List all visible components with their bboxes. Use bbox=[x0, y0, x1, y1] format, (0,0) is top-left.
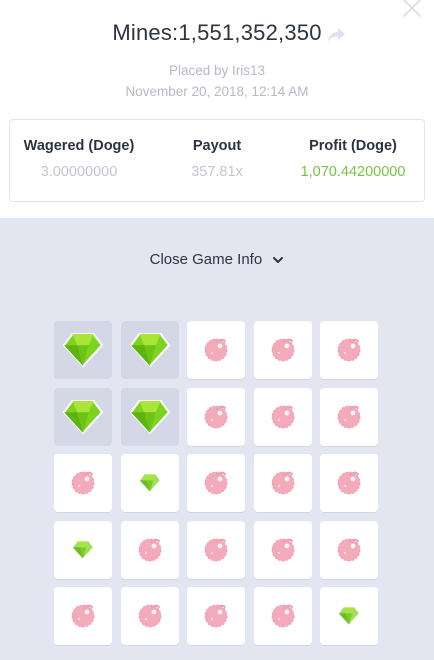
toggle-label: Close Game Info bbox=[149, 251, 263, 268]
chevron-down-icon bbox=[273, 257, 284, 264]
mine-icon bbox=[337, 338, 361, 362]
gem-tile[interactable] bbox=[120, 454, 179, 512]
gem-icon bbox=[62, 399, 104, 434]
game-info-header: Mines:1,551,352,350 Placed by Iris13 Nov… bbox=[0, 0, 434, 218]
mine-tile[interactable] bbox=[187, 387, 245, 446]
mine-tile[interactable] bbox=[120, 587, 179, 645]
bet-date: November 20, 2018, 12:14 AM bbox=[125, 84, 309, 99]
mine-icon bbox=[138, 604, 161, 628]
gem-icon bbox=[129, 399, 170, 434]
gem-icon bbox=[337, 606, 361, 626]
gem-tile[interactable] bbox=[54, 520, 112, 579]
share-icon[interactable] bbox=[326, 26, 346, 44]
mine-icon bbox=[71, 471, 95, 495]
gem-tile-picked[interactable] bbox=[54, 387, 112, 446]
profit-value: 1,070.44200000 bbox=[300, 164, 406, 180]
mine-icon bbox=[271, 471, 294, 495]
gem-tile-picked[interactable] bbox=[120, 321, 179, 379]
mine-icon bbox=[271, 338, 294, 362]
mine-icon bbox=[271, 538, 294, 561]
gem-tile-picked[interactable] bbox=[120, 387, 179, 446]
bet-stats-panel: Wagered (Doge) 3.00000000 Payout 357.81x… bbox=[9, 119, 425, 202]
game-board-area: Close Game Info bbox=[0, 218, 434, 660]
mine-icon bbox=[271, 405, 294, 428]
mine-icon bbox=[138, 538, 161, 561]
profit-stat: Profit (Doge) 1,070.44200000 bbox=[290, 138, 416, 180]
payout-stat: Payout 357.81x bbox=[170, 138, 264, 180]
mine-tile[interactable] bbox=[320, 454, 378, 512]
mine-tile[interactable] bbox=[187, 520, 245, 579]
bet-title: Mines:1,551,352,350 bbox=[112, 20, 322, 45]
mine-tile[interactable] bbox=[253, 454, 312, 512]
placed-by: Placed by Iris13 bbox=[168, 63, 266, 78]
mine-icon bbox=[204, 538, 228, 561]
mine-tile[interactable] bbox=[320, 321, 378, 379]
mine-icon bbox=[337, 405, 361, 428]
wagered-stat: Wagered (Doge) 3.00000000 bbox=[18, 138, 140, 180]
mine-tile[interactable] bbox=[253, 587, 312, 645]
wagered-value: 3.00000000 bbox=[40, 164, 118, 180]
mine-icon bbox=[271, 604, 294, 628]
gem-icon bbox=[62, 333, 104, 368]
payout-value: 357.81x bbox=[191, 164, 243, 180]
mine-tile[interactable] bbox=[54, 587, 112, 645]
mine-icon bbox=[71, 604, 95, 628]
mine-icon bbox=[204, 471, 228, 495]
mine-tile[interactable] bbox=[253, 321, 312, 379]
close-game-info-toggle[interactable]: Close Game Info bbox=[0, 251, 434, 268]
mine-tile[interactable] bbox=[320, 520, 378, 579]
mine-tile[interactable] bbox=[320, 387, 378, 446]
mine-tile[interactable] bbox=[187, 454, 245, 512]
gem-tile[interactable] bbox=[320, 587, 378, 645]
mine-tile[interactable] bbox=[120, 520, 179, 579]
mine-tile[interactable] bbox=[187, 321, 245, 379]
mine-tile[interactable] bbox=[54, 454, 112, 512]
payout-label: Payout bbox=[192, 138, 242, 154]
mine-icon bbox=[204, 604, 228, 628]
mine-icon bbox=[337, 538, 361, 561]
mine-tile[interactable] bbox=[187, 587, 245, 645]
mine-tile[interactable] bbox=[253, 520, 312, 579]
title-row: Mines:1,551,352,350 bbox=[0, 20, 434, 46]
gem-icon bbox=[138, 473, 161, 493]
mine-tile[interactable] bbox=[253, 387, 312, 446]
close-icon[interactable] bbox=[398, 0, 426, 22]
gem-tile-picked[interactable] bbox=[54, 321, 112, 379]
mine-icon bbox=[337, 471, 361, 495]
profit-label: Profit (Doge) bbox=[309, 138, 397, 154]
mine-icon bbox=[204, 405, 228, 428]
gem-icon bbox=[129, 333, 170, 368]
wagered-label: Wagered (Doge) bbox=[23, 138, 135, 154]
gem-icon bbox=[71, 540, 95, 560]
mine-icon bbox=[204, 338, 228, 362]
